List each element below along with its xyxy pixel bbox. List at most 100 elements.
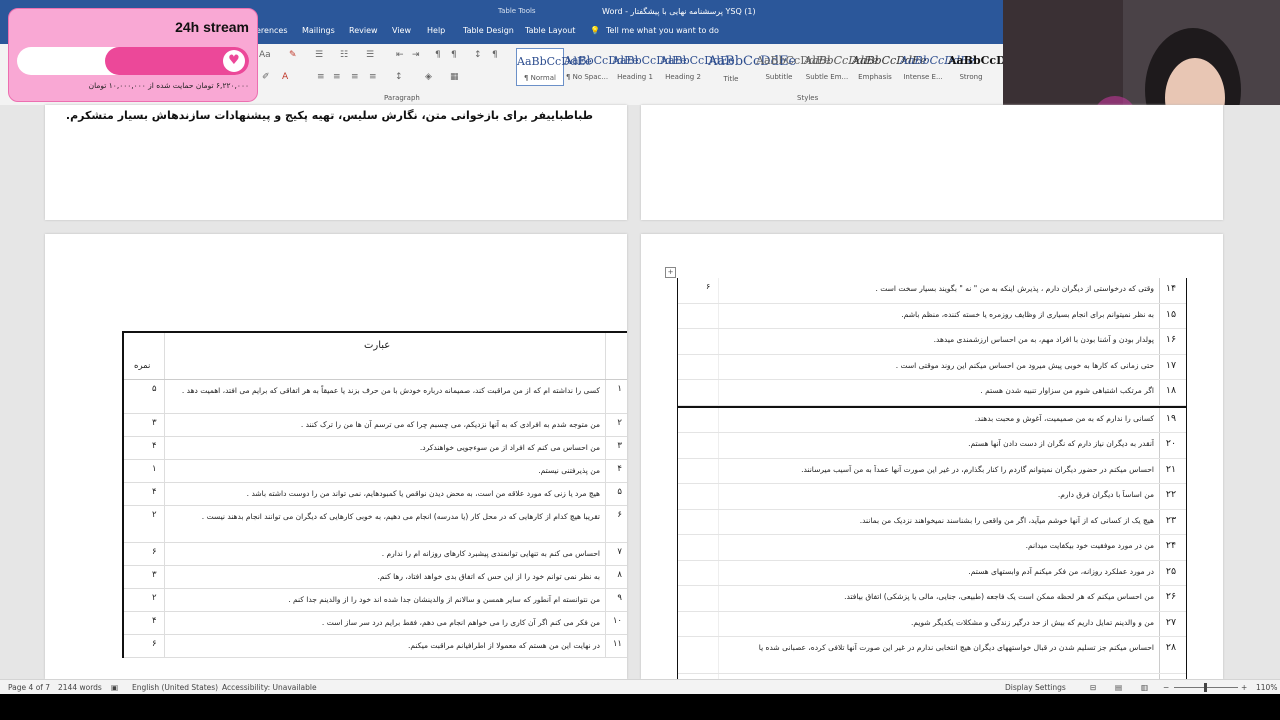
table-row[interactable]: ۲۵ در مورد عملکرد روزانه، من فکر میکنم آد… — [678, 560, 1186, 586]
language-label[interactable]: English (United States) — [132, 683, 218, 692]
style-subtle-emphasis[interactable]: AaBbCcDdEe Subtle Em... — [804, 48, 879, 84]
table-row[interactable]: ۲۲ من اساساً با دیگران فرق دارم. — [678, 484, 1186, 510]
score-cell-cursor[interactable]: ۶ — [706, 282, 710, 291]
table-row[interactable]: ۱۷ حتی زمانی که کارها به خوبی پیش میرود م… — [678, 354, 1186, 380]
tab-review[interactable]: Review — [349, 26, 378, 35]
proofing-icon[interactable]: ▣ — [111, 683, 118, 692]
increase-indent-icon[interactable]: ⇥ — [412, 50, 420, 60]
page-count[interactable]: Page 4 of 7 — [8, 683, 50, 692]
highlight-icon[interactable]: ✐ — [262, 72, 270, 82]
line-spacing-icon[interactable]: ↕ — [395, 72, 403, 82]
row-statement: من نتوانسته ام آنطور که سایر همسن و سالا… — [288, 595, 600, 604]
zoom-level[interactable]: 110% — [1256, 683, 1277, 692]
table-row[interactable]: ۲۷ من و والدینم تمایل داریم که بیش از حد … — [678, 611, 1186, 637]
table-row[interactable]: ۲۳ هیچ یک از کسانی که از آنها خوشم میآید،… — [678, 509, 1186, 535]
style-intense-emphasis[interactable]: AaBbCcDdEe Intense E... — [900, 48, 975, 84]
bullets-icon[interactable]: ☰ — [315, 50, 323, 60]
zoom-in-icon[interactable]: + — [1241, 683, 1247, 692]
style-heading-2[interactable]: AaBbCcDdEe Heading 2 — [660, 48, 735, 84]
page-4-left[interactable]: عبارت نمره ۱ کسی را نداشته ام که از من مر… — [45, 234, 627, 679]
read-mode-icon[interactable]: ▤ — [1115, 683, 1122, 692]
table-row[interactable]: ۹ من نتوانسته ام آنطور که سایر همسن و سال… — [124, 589, 627, 612]
focus-mode-icon[interactable]: ⊟ — [1090, 683, 1096, 692]
zoom-slider-thumb[interactable] — [1204, 683, 1207, 692]
style-emphasis[interactable]: AaBbCcDdEe Emphasis — [852, 48, 927, 84]
style-heading-1[interactable]: AaBbCcDdEe Heading 1 — [612, 48, 687, 84]
page-3-right[interactable] — [641, 105, 1223, 220]
row-score[interactable]: ۳ — [152, 418, 157, 428]
table-row[interactable]: ۵ هیچ مرد یا زنی که مورد علاقه من است، به… — [124, 483, 627, 506]
tab-mailings[interactable]: Mailings — [302, 26, 335, 35]
align-center-icon[interactable]: ≡ — [333, 72, 341, 82]
row-score[interactable]: ۶ — [152, 639, 157, 649]
table-row[interactable]: ۱۰ من فکر می کنم اگر آن کاری را می خواهم … — [124, 612, 627, 635]
row-score[interactable]: ۳ — [152, 570, 157, 580]
print-layout-icon[interactable]: ▥ — [1141, 683, 1148, 692]
table-move-handle-icon[interactable]: + — [665, 267, 676, 278]
style-title[interactable]: AaBbCcDdEe Title — [708, 48, 796, 84]
table-row[interactable]: ۱۵ به نظر نمیتوانم برای انجام بسیاری از و… — [678, 303, 1186, 329]
row-score[interactable]: ۴ — [152, 616, 157, 626]
table-row[interactable]: ۲ من متوجه شدم به افرادی که به آنها نزدیک… — [124, 414, 627, 437]
row-score[interactable]: ۲ — [152, 593, 157, 603]
tab-table-layout[interactable]: Table Layout — [525, 26, 575, 35]
multilevel-list-icon[interactable]: ☰ — [366, 50, 374, 60]
style-no-spacing[interactable]: AaBbCcDdEe ¶ No Spac... — [564, 48, 639, 84]
font-color-icon[interactable]: A — [282, 72, 288, 82]
justify-icon[interactable]: ≡ — [369, 72, 377, 82]
display-settings-button[interactable]: Display Settings — [1005, 683, 1066, 692]
table-row[interactable]: ۳ من احساس می کنم که افراد از من سوءجویی … — [124, 437, 627, 460]
align-right-icon[interactable]: ≡ — [351, 72, 359, 82]
tab-table-design[interactable]: Table Design — [463, 26, 514, 35]
table-row[interactable]: ۴ من پذیرفتنی نیستم. ۱ — [124, 460, 627, 483]
table-row[interactable]: ۲۱ احساس میکنم در حضور دیگران نمیتوانم گا… — [678, 458, 1186, 484]
accessibility-status[interactable]: Accessibility: Unavailable — [222, 683, 317, 692]
page-4-right[interactable]: + ۱۴ وقتی که درخواستی از دیگران دارم ، پذ… — [641, 234, 1223, 679]
change-case-icon[interactable]: Aa — [259, 50, 271, 60]
row-score[interactable]: ۱ — [152, 464, 157, 474]
table-row[interactable]: ۱۹ کسانی را ندارم که به من صمیمیت، آغوش و… — [678, 407, 1186, 433]
page-3-left[interactable]: طباطباییفر برای بازخوانی متن، نگارش سلیس… — [45, 105, 627, 220]
row-score[interactable]: ۲ — [152, 510, 157, 520]
shading-icon[interactable]: ◈ — [425, 72, 432, 82]
tab-references[interactable]: erences — [256, 26, 288, 35]
ltr-icon[interactable]: ¶ — [435, 50, 441, 60]
table-row[interactable]: ۲۸ احساس میکنم جز تسلیم شدن در قبال خواست… — [678, 637, 1186, 674]
rtl-icon[interactable]: ¶ — [451, 50, 457, 60]
zoom-out-icon[interactable]: − — [1163, 683, 1169, 692]
table-row[interactable]: ۱۸ اگر مرتکب اشتباهی شوم من سزاوار تنبیه … — [678, 380, 1186, 406]
tell-me-box[interactable]: Tell me what you want to do — [606, 26, 719, 35]
sort-icon[interactable]: ↕ — [474, 50, 482, 60]
tab-view[interactable]: View — [392, 26, 411, 35]
row-score[interactable]: ۴ — [152, 441, 157, 451]
table-row[interactable]: ۲۶ من احساس میکنم که هر لحظه ممکن است یک … — [678, 586, 1186, 612]
clear-formatting-icon[interactable]: ✎ — [289, 50, 297, 60]
questionnaire-table-left[interactable]: عبارت نمره ۱ کسی را نداشته ام که از من مر… — [122, 331, 627, 658]
style-subtitle[interactable]: AaBbCcDdEe Subtitle — [756, 48, 831, 84]
decrease-indent-icon[interactable]: ⇤ — [396, 50, 404, 60]
style-normal[interactable]: AaBbCcDdEe ¶ Normal — [516, 48, 592, 86]
table-row[interactable]: ۶ تقریبا هیچ کدام از کارهایی که در محل کا… — [124, 506, 627, 543]
row-score[interactable]: ۴ — [152, 487, 157, 497]
table-row[interactable]: ۸ به نظر نمی توانم خود را از این حس که ات… — [124, 566, 627, 589]
questionnaire-table-right[interactable]: ۱۴ وقتی که درخواستی از دیگران دارم ، پذیر… — [677, 278, 1187, 679]
table-row[interactable]: ۱۴ وقتی که درخواستی از دیگران دارم ، پذیر… — [678, 278, 1186, 304]
row-statement: من فکر می کنم اگر آن کاری را می خواهم ان… — [321, 618, 600, 627]
tab-help[interactable]: Help — [427, 26, 445, 35]
numbering-icon[interactable]: ☷ — [340, 50, 348, 60]
row-score[interactable]: ۵ — [152, 384, 157, 394]
table-row[interactable]: ۲۴ من در مورد موفقیت خود بیکفایت میدانم. — [678, 535, 1186, 561]
row-statement: من در مورد موفقیت خود بیکفایت میدانم. — [1025, 541, 1154, 550]
table-row[interactable]: ۱ کسی را نداشته ام که از من مراقبت کند، ص… — [124, 380, 627, 414]
borders-icon[interactable]: ▦ — [450, 72, 459, 82]
document-workspace[interactable]: طباطباییفر برای بازخوانی متن، نگارش سلیس… — [0, 105, 1280, 679]
show-marks-icon[interactable]: ¶ — [492, 50, 498, 60]
table-row[interactable]: ۲۰ آنقدر به دیگران نیاز دارم که نگران از … — [678, 433, 1186, 459]
row-score[interactable]: ۶ — [152, 547, 157, 557]
table-row[interactable]: ۱۶ پولدار بودن و آشنا بودن با افراد مهم، … — [678, 329, 1186, 355]
align-left-icon[interactable]: ≡ — [317, 72, 325, 82]
word-count[interactable]: 2144 words — [58, 683, 102, 692]
table-row[interactable]: ۱۱ در نهایت این من هستم که معمولا از اطرا… — [124, 635, 627, 658]
table-row[interactable]: ۷ احساس می کنم به تنهایی توانمندی پیشبرد … — [124, 543, 627, 566]
style-strong[interactable]: AaBbCcDdEe Strong — [948, 48, 1029, 84]
